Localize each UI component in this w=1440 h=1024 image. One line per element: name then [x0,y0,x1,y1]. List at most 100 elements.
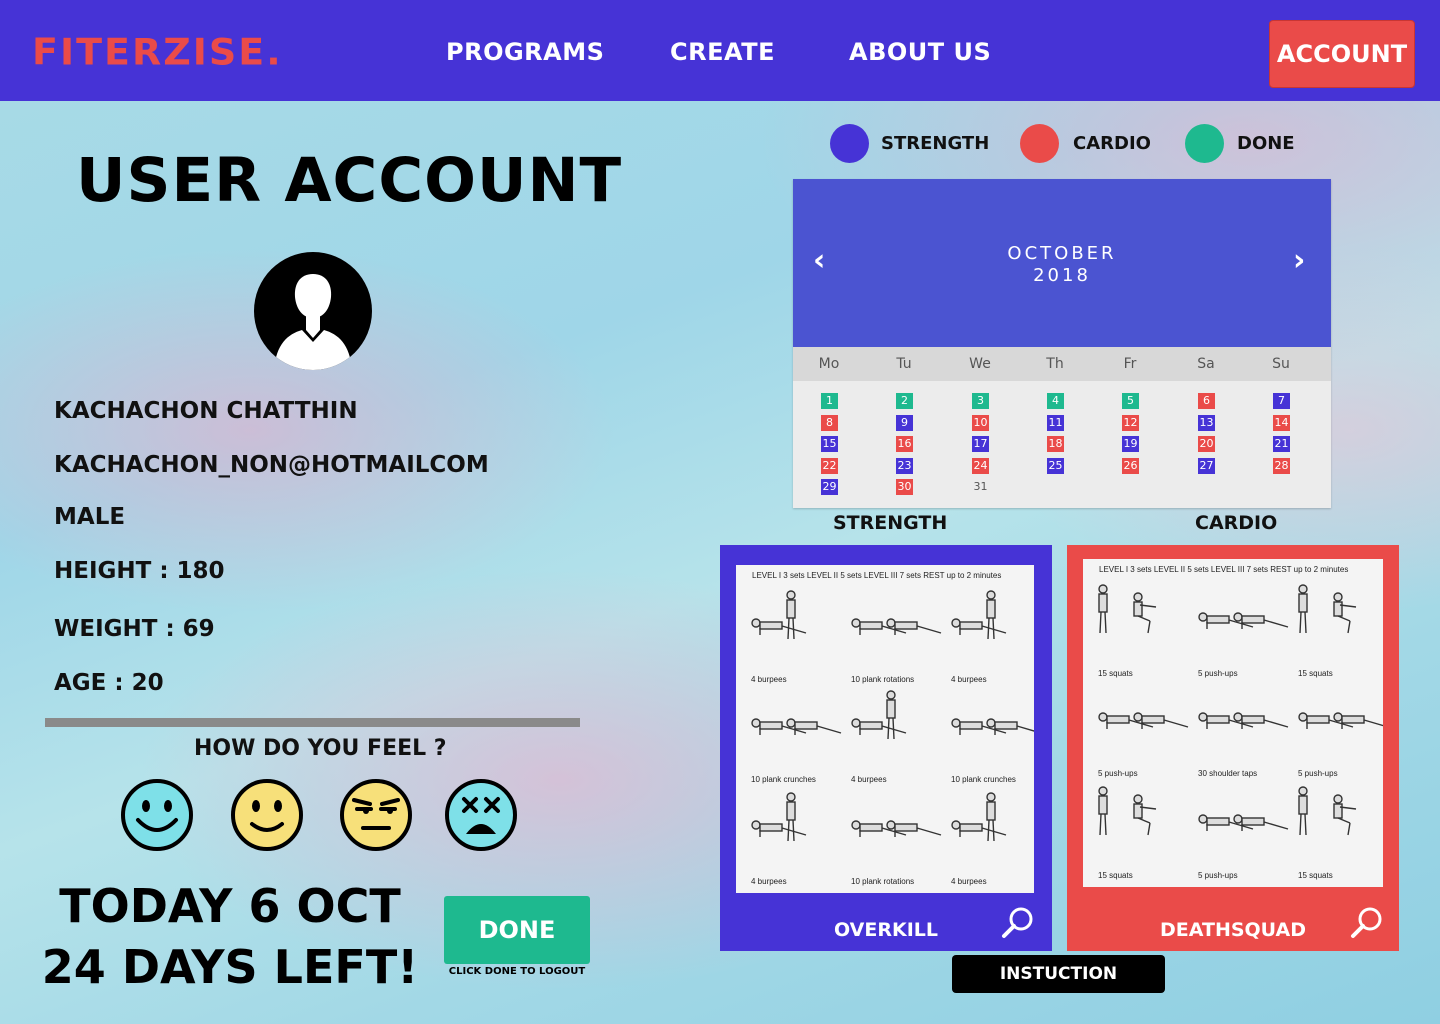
nav-create[interactable]: CREATE [670,38,775,66]
exercise-label: 15 squats [1098,871,1133,880]
exercise-label: 15 squats [1298,669,1333,678]
calendar-day[interactable]: 18 [1047,436,1064,452]
user-name: KACHACHON CHATTHIN [54,398,358,424]
calendar-day[interactable]: 28 [1273,457,1290,474]
calendar-day[interactable]: 12 [1122,414,1139,431]
calendar-day[interactable]: 25 [1047,457,1064,474]
smile-face-icon[interactable] [230,778,304,852]
exercise-label: 5 push-ups [1198,871,1238,880]
user-age: AGE : 20 [54,670,164,696]
divider [45,718,580,727]
exercise-label: 15 squats [1098,669,1133,678]
calendar-day[interactable]: 1 [821,393,838,409]
calendar-day[interactable]: 17 [972,436,989,452]
weekday-label: Su [1272,356,1290,372]
calendar-day[interactable]: 23 [896,457,913,474]
exercise-label: 15 squats [1298,871,1333,880]
calendar-day[interactable]: 29 [821,479,838,495]
cardio-legend-dot [1020,124,1059,163]
exercise-label: 4 burpees [751,877,787,886]
calendar-day[interactable]: 6 [1198,393,1215,409]
exercise-label: 4 burpees [951,877,987,886]
weekday-label: Mo [818,356,840,372]
user-gender: MALE [54,504,126,530]
cardio-caption: CARDIO [1195,512,1278,534]
calendar-day[interactable]: 9 [896,414,913,431]
calendar-header: ‹ OCTOBER 2018 › [793,179,1331,347]
calendar-day[interactable]: 19 [1122,436,1139,452]
strength-legend-label: STRENGTH [881,133,990,154]
weekday-row: Mo Tu We Th Fr Sa Su [793,347,1331,381]
today-date: TODAY 6 OCT [59,879,401,933]
calendar-day[interactable]: 13 [1198,414,1215,431]
calendar-day[interactable]: 11 [1047,414,1064,431]
calendar-day[interactable]: 20 [1198,436,1215,452]
calendar-day[interactable]: 26 [1122,457,1139,474]
calendar-day[interactable]: 21 [1273,436,1290,452]
exercise-label: 10 plank rotations [851,877,915,886]
calendar-day[interactable]: 14 [1273,414,1290,431]
calendar-day[interactable]: 8 [821,414,838,431]
weekday-label: Th [1046,356,1064,372]
calendar-day[interactable]: 27 [1198,457,1215,474]
calendar-year: 2018 [1033,265,1091,286]
user-height: HEIGHT : 180 [54,558,225,584]
calendar-day[interactable]: 7 [1273,393,1290,409]
happy-face-icon[interactable] [120,778,194,852]
today-status: TODAY 6 OCT 24 DAYS LEFT! [40,876,420,998]
nav-about-us[interactable]: ABOUT US [849,38,991,66]
exercise-label: 10 plank crunches [951,775,1016,784]
exercise-figures [751,590,1034,842]
days-left: 24 DAYS LEFT! [41,940,419,994]
calendar-day[interactable]: 15 [821,436,838,452]
weekday-label: We [969,356,991,372]
program-card-deathsquad[interactable]: LEVEL I 3 sets LEVEL II 5 sets LEVEL III… [1067,545,1399,951]
calendar-month: OCTOBER [1007,243,1117,264]
calendar-day[interactable]: 2 [896,393,913,409]
calendar-day[interactable]: 24 [972,457,989,474]
overkill-workout-image: LEVEL I 3 sets LEVEL II 5 sets LEVEL III… [736,565,1034,893]
next-month-icon[interactable]: › [1293,243,1305,278]
calendar-day[interactable]: 10 [972,414,989,431]
exercise-label: 4 burpees [951,675,987,684]
exercise-label: 30 shoulder taps [1198,769,1258,778]
exercise-label: 5 push-ups [1098,769,1138,778]
search-icon[interactable] [1000,905,1036,941]
exercise-label: 5 push-ups [1298,769,1338,778]
page-title: USER ACCOUNT [76,145,623,216]
deathsquad-workout-image: LEVEL I 3 sets LEVEL II 5 sets LEVEL III… [1083,559,1383,887]
search-icon[interactable] [1349,905,1385,941]
strength-caption: STRENGTH [833,512,948,534]
user-icon [274,274,352,370]
user-weight: WEIGHT : 69 [54,616,215,642]
exercise-label: 5 push-ups [1198,669,1238,678]
user-email: KACHACHON_NON@HOTMAILCOM [54,452,489,478]
account-button[interactable]: ACCOUNT [1269,20,1415,88]
strength-legend-dot [830,124,869,163]
calendar-day[interactable]: 5 [1122,393,1139,409]
done-hint: CLICK DONE TO LOGOUT [448,966,586,977]
calendar-day[interactable]: 16 [896,436,913,452]
done-legend-dot [1185,124,1224,163]
calendar-day[interactable]: 30 [896,479,913,495]
calendar-day[interactable]: 31 [972,479,989,495]
calendar-day[interactable]: 4 [1047,393,1064,409]
exercise-label: 10 plank rotations [851,675,915,684]
weekday-label: Fr [1123,356,1137,372]
feel-question: HOW DO YOU FEEL ? [194,736,447,761]
logo[interactable]: FITERZISE. [32,31,283,73]
done-legend-label: DONE [1237,133,1295,154]
nav-programs[interactable]: PROGRAMS [446,38,604,66]
exercise-figures [1098,584,1383,836]
exercise-label: 10 plank crunches [751,775,816,784]
avatar [254,252,372,370]
calendar-month-year: OCTOBER 2018 [793,243,1331,287]
calendar-day[interactable]: 3 [972,393,989,409]
calendar-day[interactable]: 22 [821,457,838,474]
done-button[interactable]: DONE [444,896,590,964]
exercise-label: 4 burpees [751,675,787,684]
dizzy-face-icon[interactable] [444,778,518,852]
instruction-button[interactable]: INSTUCTION [952,955,1165,993]
annoyed-face-icon[interactable] [339,778,413,852]
program-card-overkill[interactable]: LEVEL I 3 sets LEVEL II 5 sets LEVEL III… [720,545,1052,951]
